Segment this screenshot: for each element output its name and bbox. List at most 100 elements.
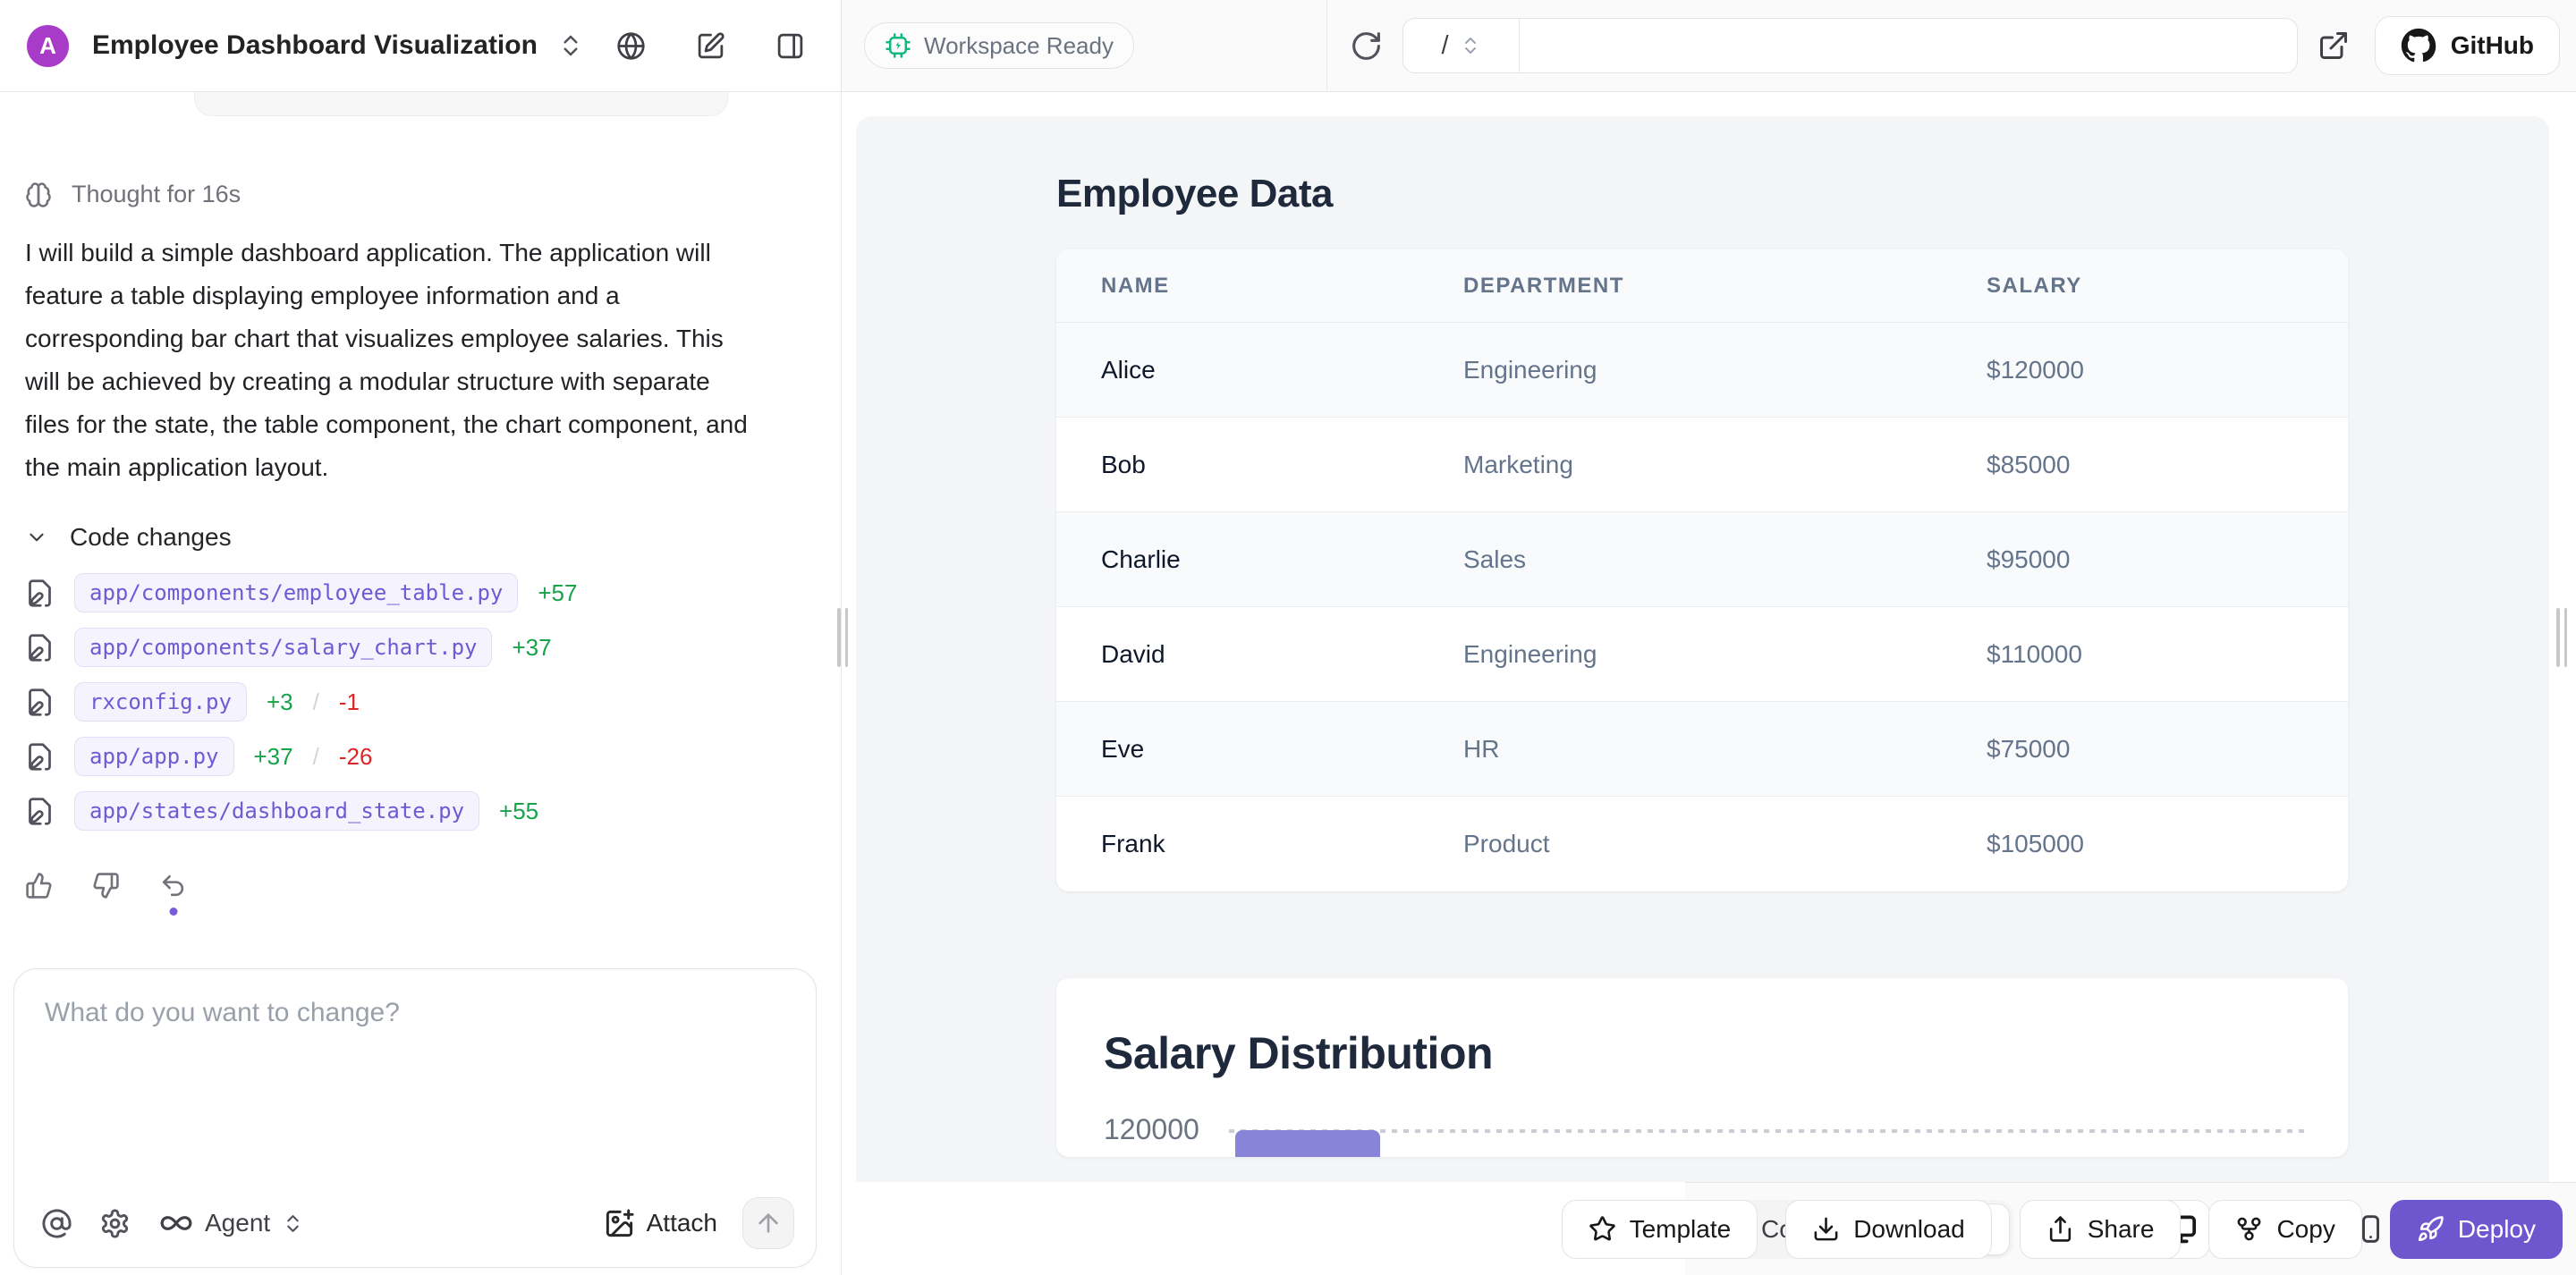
agent-mode-selector[interactable]: Agent [159,1206,304,1240]
cell-salary: $110000 [1987,640,2348,669]
cell-department: Engineering [1463,640,1987,669]
cpu-bolt-icon [885,32,911,59]
salary-chart-card: Salary Distribution 120000 [1056,978,2348,1157]
cell-name: Frank [1101,830,1463,858]
previous-message-stub [194,92,728,116]
share-label: Share [2088,1215,2155,1244]
code-changes-list: app/components/employee_table.py +57 app… [25,573,816,831]
share-button[interactable]: Share [2020,1200,2182,1259]
thought-summary[interactable]: Thought for 16s [25,181,816,208]
cell-name: Charlie [1101,545,1463,574]
globe-icon[interactable] [616,31,646,61]
url-path: / [1441,31,1448,61]
file-path-chip[interactable]: app/components/employee_table.py [74,573,518,612]
edit-icon[interactable] [696,31,725,61]
mention-icon[interactable] [41,1208,72,1239]
attach-label: Attach [647,1209,717,1237]
code-changes-toggle[interactable]: Code changes [25,523,816,552]
diff-added: +55 [499,798,538,825]
diff-separator: / [313,688,319,716]
chat-header: A Employee Dashboard Visualization [0,0,842,91]
chart-plot-row: 120000 [1104,1129,2307,1157]
avatar[interactable]: A [27,25,69,67]
table-row: David Engineering $110000 [1056,607,2348,702]
chat-scroll-area[interactable]: Thought for 16s I will build a simple da… [0,92,841,968]
file-edit-icon [25,742,55,772]
composer-placeholder[interactable]: What do you want to change? [14,969,816,1028]
attach-button[interactable]: Attach [604,1208,717,1239]
url-path-selector[interactable]: / [1403,19,1520,72]
avatar-initial: A [39,32,56,60]
infinity-icon [159,1206,193,1240]
cell-salary: $75000 [1987,735,2348,764]
template-label: Template [1630,1215,1732,1244]
reload-icon[interactable] [1350,30,1383,63]
panel-right-icon[interactable] [775,31,805,61]
cell-salary: $95000 [1987,545,2348,574]
download-label: Download [1853,1215,1965,1244]
preview-column: Employee Data NAME DEPARTMENT SALARY Ali… [843,92,2576,1275]
copy-label: Copy [2276,1215,2334,1244]
send-button[interactable] [742,1197,794,1249]
cell-name: Eve [1101,735,1463,764]
template-button[interactable]: Template [1562,1200,1758,1259]
github-button[interactable]: GitHub [2375,16,2560,75]
table-row: Bob Marketing $85000 [1056,418,2348,512]
thumbs-down-icon[interactable] [92,872,120,899]
composer[interactable]: What do you want to change? Agent [13,968,817,1268]
copy-button[interactable]: Copy [2208,1200,2361,1259]
chart-bar [1235,1130,1380,1157]
cell-name: David [1101,640,1463,669]
chevrons-up-down-icon [1460,35,1481,56]
chat-header-actions [616,31,805,61]
code-change-row: app/components/salary_chart.py +37 [25,628,816,667]
github-label: GitHub [2451,31,2534,60]
url-input[interactable] [1520,19,2297,72]
app-preview[interactable]: Employee Data NAME DEPARTMENT SALARY Ali… [856,116,2549,1182]
top-bar: A Employee Dashboard Visualization [0,0,2576,92]
panel-resize-handle-left[interactable] [835,608,850,667]
project-title: Employee Dashboard Visualization [92,30,538,61]
page-title: Employee Data [1056,172,2549,216]
workspace-status-label: Workspace Ready [924,32,1114,60]
cell-name: Alice [1101,356,1463,384]
star-icon [1589,1215,1616,1243]
rocket-icon [2417,1215,2445,1243]
download-button[interactable]: Download [1785,1200,1992,1259]
deploy-button[interactable]: Deploy [2390,1200,2563,1259]
code-change-row: app/components/employee_table.py +57 [25,573,816,612]
settings-icon[interactable] [99,1208,131,1239]
file-path-chip[interactable]: rxconfig.py [74,682,247,722]
file-path-chip[interactable]: app/components/salary_chart.py [74,628,492,667]
chevrons-up-down-icon[interactable] [557,32,584,59]
panel-resize-handle-right[interactable] [2555,608,2569,667]
share-icon [2046,1215,2074,1243]
retry-icon[interactable] [159,872,187,899]
cell-name: Bob [1101,451,1463,479]
code-change-row: rxconfig.py +3 / -1 [25,682,816,722]
external-link-icon[interactable] [2318,30,2350,62]
retry-indicator-dot [169,908,177,916]
chart-gridline [1229,1129,2307,1133]
y-axis-tick-label: 120000 [1104,1113,1229,1146]
table-row: Charlie Sales $95000 [1056,512,2348,607]
employee-table: NAME DEPARTMENT SALARY Alice Engineering… [1056,249,2348,891]
table-row: Eve HR $75000 [1056,702,2348,797]
cell-department: Marketing [1463,451,1987,479]
assistant-message: I will build a simple dashboard applicat… [25,232,796,489]
diff-added: +37 [254,743,293,771]
diff-removed: -1 [339,688,360,716]
toolbar-divider [1326,0,1327,91]
cell-department: Engineering [1463,356,1987,384]
thought-label: Thought for 16s [72,181,241,208]
column-header-department: DEPARTMENT [1463,274,1987,299]
composer-left-icons [41,1208,131,1239]
arrow-up-icon [754,1209,783,1237]
thumbs-up-icon[interactable] [25,872,53,899]
file-edit-icon [25,578,55,608]
file-path-chip[interactable]: app/states/dashboard_state.py [74,791,479,831]
file-path-chip[interactable]: app/app.py [74,737,234,776]
file-edit-icon [25,797,55,826]
code-changes-label: Code changes [70,523,232,552]
agent-label: Agent [205,1209,270,1237]
